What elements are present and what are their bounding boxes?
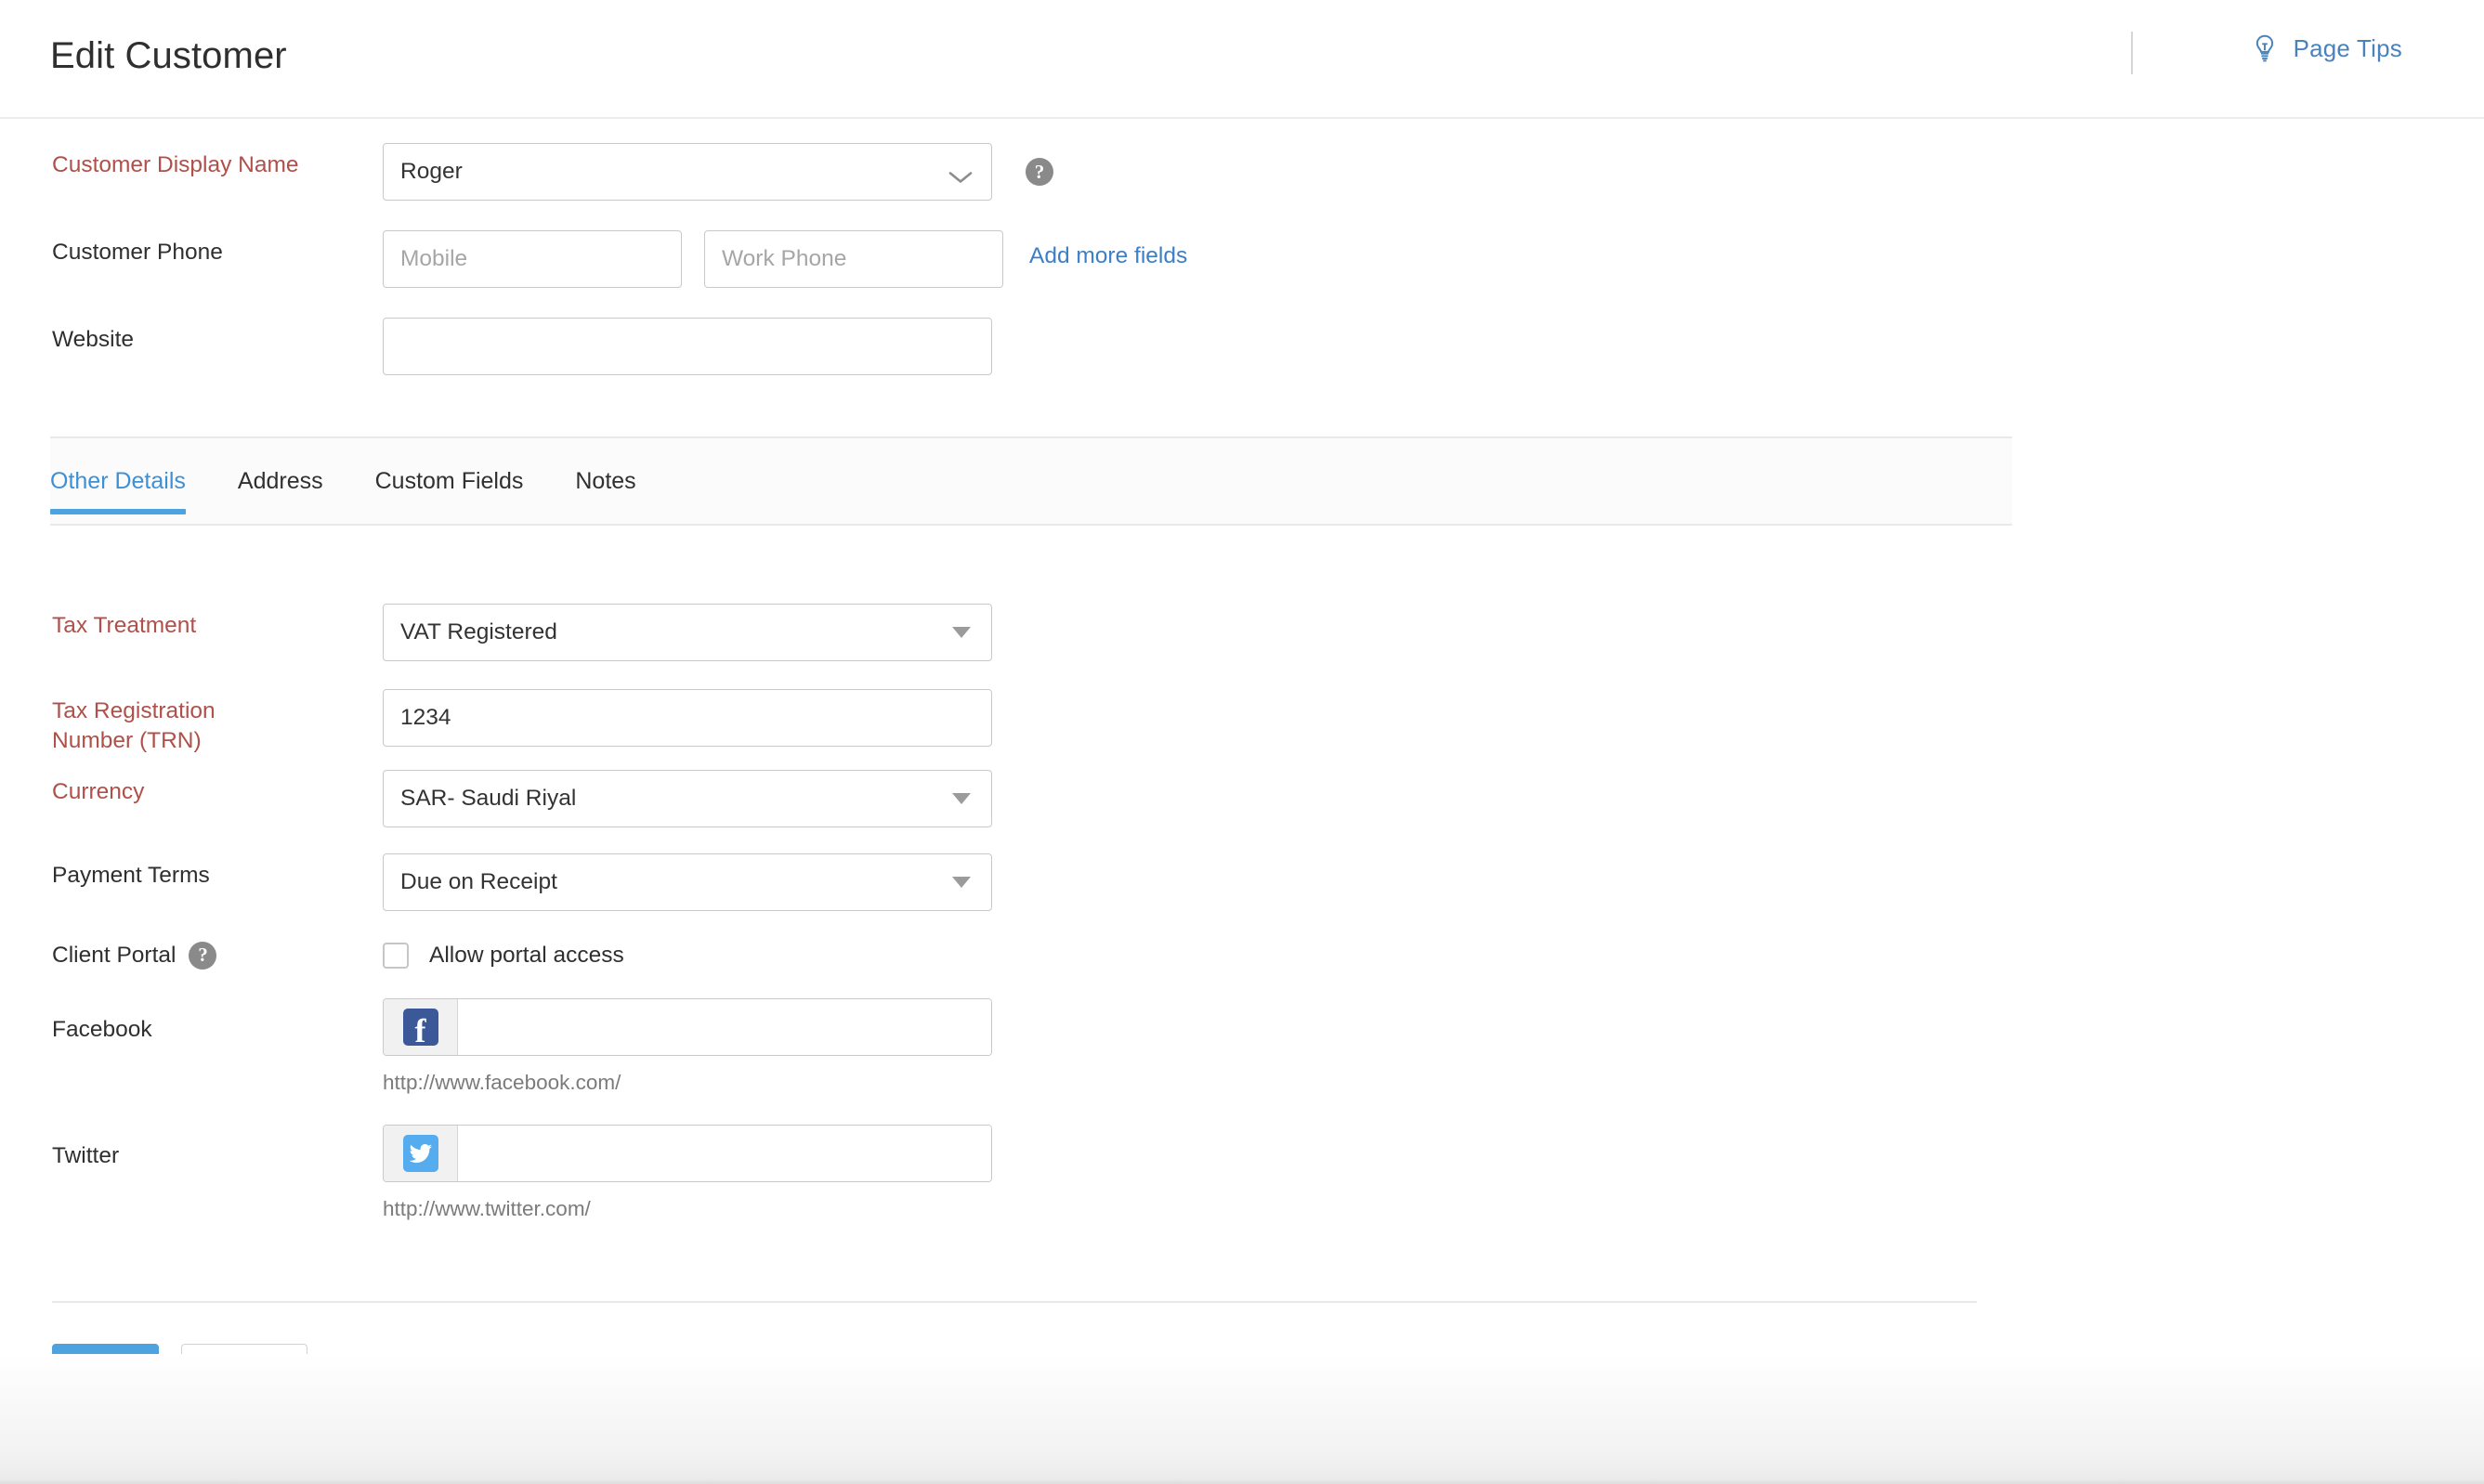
customer-phone-controls: Mobile Work Phone — [383, 230, 1003, 288]
field-row-facebook: Facebook f http://www.facebook.com/ — [0, 970, 2484, 1095]
twitter-addon — [384, 1126, 458, 1181]
facebook-icon: f — [403, 1009, 438, 1046]
twitter-input[interactable] — [458, 1126, 991, 1181]
facebook-input[interactable] — [458, 999, 991, 1055]
payment-terms-control: Due on Receipt — [383, 853, 992, 911]
trn-label: Tax Registration Number (TRN) — [52, 689, 383, 757]
twitter-hint: http://www.twitter.com/ — [383, 1197, 992, 1221]
footer-divider — [52, 1301, 1977, 1303]
customer-display-name-control: Roger — [383, 143, 992, 201]
tax-treatment-value: VAT Registered — [400, 619, 557, 645]
header-divider — [2131, 32, 2133, 74]
customer-display-name-help-icon[interactable]: ? — [1026, 158, 1053, 186]
currency-select[interactable]: SAR- Saudi Riyal — [383, 770, 992, 827]
facebook-label: Facebook — [52, 998, 383, 1045]
allow-portal-access-checkbox[interactable] — [383, 943, 409, 969]
tab-address[interactable]: Address — [212, 436, 349, 526]
currency-control: SAR- Saudi Riyal — [383, 770, 992, 827]
payment-terms-label: Payment Terms — [52, 853, 383, 891]
work-phone-input[interactable]: Work Phone — [704, 230, 1003, 288]
page-tips-label: Page Tips — [2294, 34, 2402, 63]
twitter-label: Twitter — [52, 1125, 383, 1171]
tax-treatment-control: VAT Registered — [383, 604, 992, 661]
website-input[interactable] — [383, 318, 992, 375]
customer-display-name-label: Customer Display Name — [52, 143, 383, 180]
field-row-tax-treatment: Tax Treatment VAT Registered — [0, 576, 2484, 661]
page-header: Edit Customer Page Tips — [0, 0, 2484, 119]
allow-portal-access-label: Allow portal access — [429, 943, 624, 969]
trn-control: 1234 — [383, 689, 992, 747]
client-portal-help-icon[interactable]: ? — [189, 942, 216, 970]
page-tips-button[interactable]: Page Tips — [2251, 33, 2402, 63]
field-row-trn: Tax Registration Number (TRN) 1234 — [0, 661, 2484, 757]
tab-custom-fields-label: Custom Fields — [375, 468, 524, 495]
mobile-phone-input[interactable]: Mobile — [383, 230, 682, 288]
lightbulb-icon — [2251, 33, 2279, 63]
caret-down-icon — [952, 627, 971, 638]
payment-terms-value: Due on Receipt — [400, 869, 557, 895]
tab-other-details[interactable]: Other Details — [50, 436, 212, 526]
field-row-customer-display-name: Customer Display Name Roger ? — [0, 119, 2484, 201]
tab-notes[interactable]: Notes — [549, 436, 661, 526]
field-row-currency: Currency SAR- Saudi Riyal — [0, 757, 2484, 827]
caret-down-icon — [952, 793, 971, 804]
customer-phone-label: Customer Phone — [52, 230, 383, 267]
facebook-control: f http://www.facebook.com/ — [383, 998, 992, 1095]
tab-notes-label: Notes — [575, 468, 635, 495]
facebook-addon: f — [384, 999, 458, 1055]
trn-label-line2: Number (TRN) — [52, 726, 383, 756]
add-more-fields-link[interactable]: Add more fields — [1029, 243, 1187, 268]
currency-label: Currency — [52, 770, 383, 807]
payment-terms-select[interactable]: Due on Receipt — [383, 853, 992, 911]
client-portal-label: Client Portal ? — [52, 941, 383, 970]
client-portal-label-text: Client Portal — [52, 941, 176, 970]
field-row-client-portal: Client Portal ? Allow portal access — [0, 911, 2484, 970]
edit-customer-page: Edit Customer Page Tips Customer Display… — [0, 0, 2484, 1484]
field-row-website: Website — [0, 288, 2484, 375]
customer-display-name-select[interactable]: Roger — [383, 143, 992, 201]
twitter-control: http://www.twitter.com/ — [383, 1125, 992, 1221]
work-phone-placeholder: Work Phone — [722, 246, 846, 272]
mobile-phone-placeholder: Mobile — [400, 246, 467, 272]
field-row-customer-phone: Customer Phone Mobile Work Phone Add mor… — [0, 201, 2484, 288]
details-tabstrip: Other Details Address Custom Fields Note… — [50, 436, 2012, 526]
facebook-input-group: f — [383, 998, 992, 1056]
tab-other-details-label: Other Details — [50, 468, 186, 495]
client-portal-control: Allow portal access — [383, 943, 624, 969]
website-label: Website — [52, 318, 383, 355]
bottom-gradient-bar — [0, 1354, 2484, 1484]
currency-value: SAR- Saudi Riyal — [400, 786, 576, 812]
tax-treatment-select[interactable]: VAT Registered — [383, 604, 992, 661]
field-row-twitter: Twitter http://www.twitter.com/ — [0, 1095, 2484, 1221]
trn-value: 1234 — [400, 705, 451, 731]
trn-label-line1: Tax Registration — [52, 696, 383, 726]
facebook-hint: http://www.facebook.com/ — [383, 1071, 992, 1095]
page-title: Edit Customer — [50, 35, 287, 77]
tab-address-label: Address — [238, 468, 323, 495]
other-details-section: Tax Treatment VAT Registered Tax Registr… — [0, 576, 2484, 1221]
tax-treatment-label: Tax Treatment — [52, 604, 383, 641]
caret-down-icon — [952, 877, 971, 888]
customer-display-name-value: Roger — [400, 159, 463, 185]
field-row-payment-terms: Payment Terms Due on Receipt — [0, 827, 2484, 911]
trn-input[interactable]: 1234 — [383, 689, 992, 747]
tab-custom-fields[interactable]: Custom Fields — [349, 436, 550, 526]
chevron-down-icon — [948, 165, 973, 179]
twitter-input-group — [383, 1125, 992, 1182]
primary-fields-section: Customer Display Name Roger ? Customer P… — [0, 119, 2484, 375]
website-control — [383, 318, 992, 375]
twitter-icon — [403, 1135, 438, 1172]
